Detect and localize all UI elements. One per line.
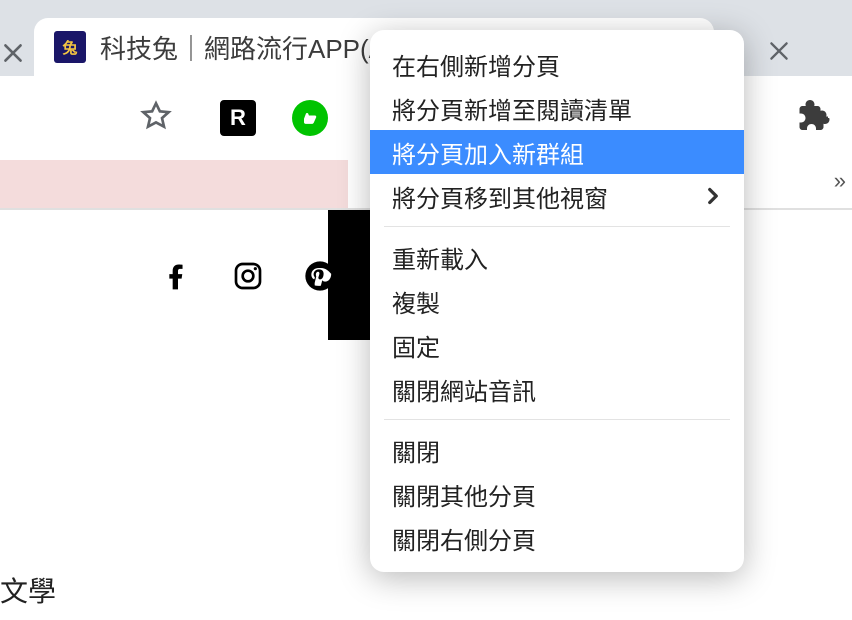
tab-context-menu: 在右側新增分頁 將分頁新增至閱讀清單 將分頁加入新群組 將分頁移到其他視窗 重新…	[370, 30, 744, 572]
extension-r-label: R	[230, 105, 246, 131]
extensions-puzzle-icon[interactable]	[798, 100, 834, 136]
close-icon[interactable]	[0, 40, 12, 52]
menu-close-others[interactable]: 關閉其他分頁	[370, 472, 744, 516]
menu-move-to-window[interactable]: 將分頁移到其他視窗	[370, 174, 744, 218]
menu-duplicate[interactable]: 複製	[370, 279, 744, 323]
tab-title: 科技兔｜網路流行APP(A	[100, 29, 386, 66]
facebook-icon[interactable]	[160, 260, 192, 292]
close-icon[interactable]	[766, 38, 792, 64]
favicon-label: 兔	[62, 37, 77, 58]
menu-separator	[384, 226, 730, 227]
menu-new-tab-right[interactable]: 在右側新增分頁	[370, 42, 744, 86]
star-icon[interactable]	[140, 100, 172, 132]
page-footer-text: 文學	[0, 570, 56, 610]
overflow-chevron-icon[interactable]: »	[834, 168, 846, 194]
tab-favicon: 兔	[54, 31, 86, 63]
menu-reload[interactable]: 重新載入	[370, 235, 744, 279]
chevron-right-icon	[700, 183, 726, 209]
menu-separator	[384, 419, 730, 420]
menu-close-right[interactable]: 關閉右側分頁	[370, 516, 744, 560]
instagram-icon[interactable]	[232, 260, 264, 292]
menu-add-reading-list[interactable]: 將分頁新增至閱讀清單	[370, 86, 744, 130]
menu-add-to-new-group[interactable]: 將分頁加入新群組	[370, 130, 744, 174]
extension-r-icon[interactable]: R	[220, 100, 256, 136]
pinterest-icon[interactable]	[304, 260, 336, 292]
extension-thumb-icon[interactable]	[292, 100, 328, 136]
menu-mute-site[interactable]: 關閉網站音訊	[370, 367, 744, 411]
menu-close[interactable]: 關閉	[370, 428, 744, 472]
social-icons	[160, 260, 336, 292]
menu-pin[interactable]: 固定	[370, 323, 744, 367]
page-placeholder	[0, 160, 348, 208]
